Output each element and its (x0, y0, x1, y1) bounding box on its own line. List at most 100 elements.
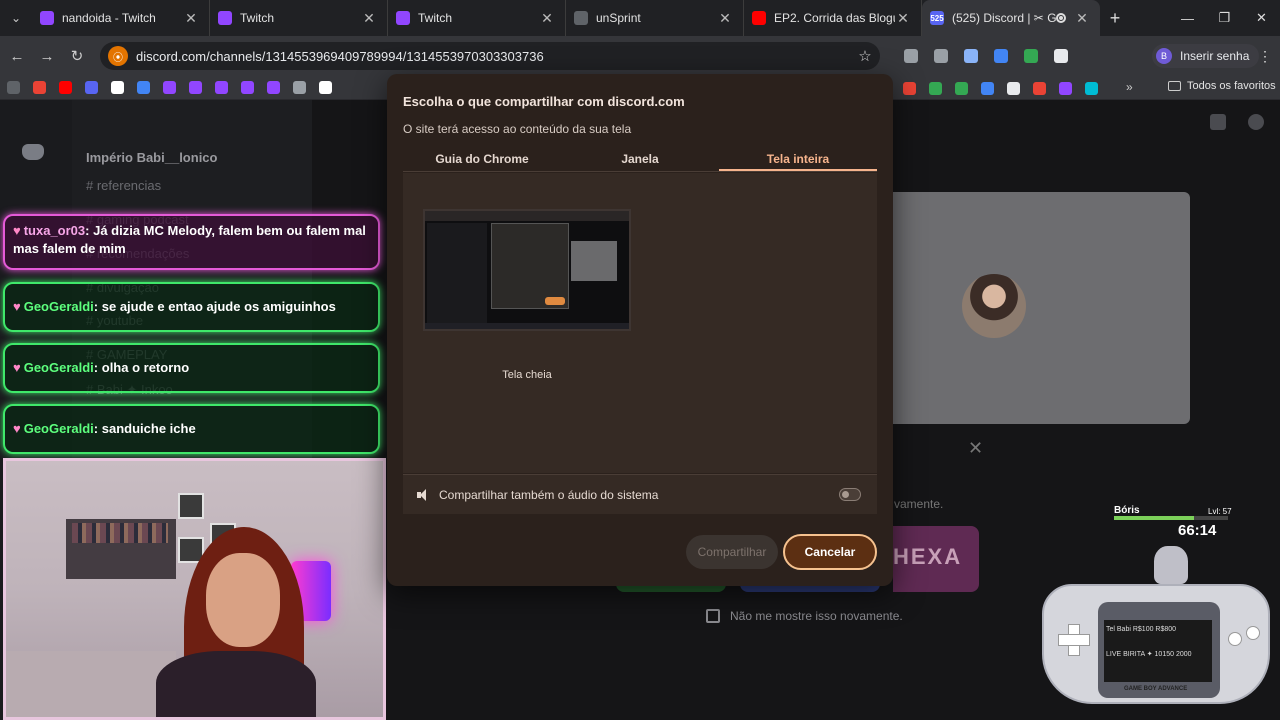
help-icon[interactable] (1248, 114, 1264, 130)
discord-logo-icon[interactable] (22, 144, 44, 160)
apps-icon[interactable] (0, 76, 26, 100)
streamer-face (206, 553, 280, 647)
hexa-stack-game-card[interactable]: HEXA (893, 526, 979, 592)
tab-close-icon[interactable]: ✕ (1074, 10, 1090, 27)
screen-share-dialog: Escolha o que compartilhar com discord.c… (387, 74, 893, 586)
chat-separator: : (93, 360, 102, 375)
dont-show-checkbox[interactable] (706, 609, 720, 623)
chat-text: sanduiche iche (101, 421, 196, 436)
tab-close-icon[interactable]: ✕ (183, 10, 199, 27)
extensions-bar (896, 36, 1076, 76)
voice-call-panel (893, 192, 1190, 424)
bookmark-icon[interactable] (312, 76, 338, 100)
more-bookmarks-icon[interactable]: » (1126, 80, 1133, 94)
bookmark-icon[interactable] (948, 76, 974, 100)
bookmark-icon[interactable] (1026, 76, 1052, 100)
tab-title: EP2. Corrida das Blogueira (774, 11, 895, 25)
extension-icon[interactable] (986, 36, 1016, 76)
url-text[interactable]: discord.com/channels/1314553969409789994… (136, 49, 850, 64)
chat-message: ♥ GeoGeraldi: sanduiche iche (3, 404, 380, 454)
system-audio-toggle[interactable] (839, 488, 861, 501)
back-icon[interactable]: ← (4, 36, 30, 76)
hash-icon: # (86, 178, 97, 193)
bookmark-icon[interactable] (974, 76, 1000, 100)
bookmark-icon[interactable] (208, 76, 234, 100)
extension-icon[interactable] (896, 36, 926, 76)
minimize-icon[interactable]: — (1169, 0, 1206, 36)
menu-icon[interactable]: ⋮ (1258, 48, 1272, 65)
profile-button[interactable]: B Inserir senha (1152, 44, 1260, 68)
tab-list: nandoida - Twitch ✕ Twitch ✕ Twitch ✕ unSprint… (32, 0, 1100, 36)
dont-show-again[interactable]: Não me mostre isso novamente. (706, 609, 903, 623)
browser-tab[interactable]: 525 (525) Discord | ✂ GA ✕ (922, 0, 1100, 36)
bookmark-icon[interactable] (1052, 76, 1078, 100)
tab-title: Twitch (240, 11, 275, 25)
tab-favicon-icon: 525 (930, 11, 944, 25)
tab-close-icon[interactable]: ✕ (361, 10, 377, 27)
browser-tab[interactable]: Twitch ✕ (388, 0, 566, 36)
tab-favicon-icon (218, 11, 232, 25)
bookmark-icon[interactable] (182, 76, 208, 100)
bookmarks-left (26, 76, 338, 100)
gameboy-screen: Tel Babi R$100 R$800 LIVE BIRITA ✦ 10150… (1098, 602, 1220, 698)
screen: ⌄ nandoida - Twitch ✕ Twitch ✕ Twitch ✕ unSpri… (0, 0, 1280, 720)
bookmark-icon[interactable] (260, 76, 286, 100)
bookmark-star-icon[interactable]: ☆ (850, 47, 880, 65)
forward-icon[interactable]: → (34, 36, 60, 76)
bookmark-icon[interactable] (52, 76, 78, 100)
bookmark-icon[interactable] (922, 76, 948, 100)
all-bookmarks-label: Todos os favoritos (1187, 80, 1276, 92)
bookmark-icon[interactable] (156, 76, 182, 100)
tab-favicon-icon (396, 11, 410, 25)
bookmark-icon[interactable] (234, 76, 260, 100)
inbox-icon[interactable] (1210, 114, 1226, 130)
folder-icon (1168, 81, 1181, 91)
tab-favicon-icon (574, 11, 588, 25)
browser-tab[interactable]: Twitch ✕ (210, 0, 388, 36)
server-name[interactable]: Império Babi__lonico (86, 150, 217, 165)
extension-icon[interactable] (1016, 36, 1046, 76)
share-tab[interactable]: Janela (561, 148, 719, 171)
screen-label[interactable]: Tela cheia (423, 369, 631, 381)
heart-icon: ♥ (13, 421, 21, 436)
address-bar[interactable]: ⦿ discord.com/channels/13145539694097899… (100, 42, 880, 70)
bookmark-icon[interactable] (1000, 76, 1026, 100)
maximize-icon[interactable]: ❐ (1206, 0, 1243, 36)
channel-label: referencias (96, 178, 162, 193)
share-tab[interactable]: Guia do Chrome (403, 148, 561, 171)
bookmark-icon[interactable] (130, 76, 156, 100)
extension-icon[interactable] (1046, 36, 1076, 76)
reload-icon[interactable]: ↻ (64, 36, 90, 76)
chat-username: GeoGeraldi (23, 421, 94, 436)
bookmark-icon[interactable] (26, 76, 52, 100)
bookmark-icon[interactable] (896, 76, 922, 100)
extension-icon[interactable] (956, 36, 986, 76)
all-bookmarks[interactable]: Todos os favoritos (1168, 80, 1276, 92)
browser-tab[interactable]: unSprint ✕ (566, 0, 744, 36)
bookmark-icon[interactable] (1078, 76, 1104, 100)
bookmark-icon[interactable] (286, 76, 312, 100)
screen-thumbnail[interactable] (423, 209, 631, 331)
webcam-frame (178, 493, 204, 519)
gameboy-brand: GAME BOY ADVANCE (1124, 686, 1188, 692)
close-window-icon[interactable]: ✕ (1243, 0, 1280, 36)
extension-icon[interactable] (926, 36, 956, 76)
bookmark-icon[interactable] (104, 76, 130, 100)
browser-tab[interactable]: EP2. Corrida das Blogueira✕ (744, 0, 922, 36)
tab-search-icon[interactable]: ⌄ (0, 0, 32, 36)
new-tab-button[interactable]: + (1100, 0, 1130, 36)
tab-close-icon[interactable]: ✕ (895, 10, 911, 27)
share-button[interactable]: Compartilhar (686, 535, 778, 569)
cancel-button[interactable]: Cancelar (783, 534, 877, 570)
close-icon[interactable]: ✕ (968, 438, 983, 459)
tab-close-icon[interactable]: ✕ (717, 10, 733, 27)
site-info-icon[interactable]: ⦿ (108, 46, 128, 66)
share-tab[interactable]: Tela inteira (719, 148, 877, 171)
pet-sprite (1154, 546, 1188, 584)
chat-username: GeoGeraldi (23, 299, 94, 314)
channel-item[interactable]: # referencias (86, 178, 161, 193)
browser-tab[interactable]: nandoida - Twitch ✕ (32, 0, 210, 36)
tab-close-icon[interactable]: ✕ (539, 10, 555, 27)
bookmark-icon[interactable] (78, 76, 104, 100)
heart-icon: ♥ (13, 223, 21, 238)
